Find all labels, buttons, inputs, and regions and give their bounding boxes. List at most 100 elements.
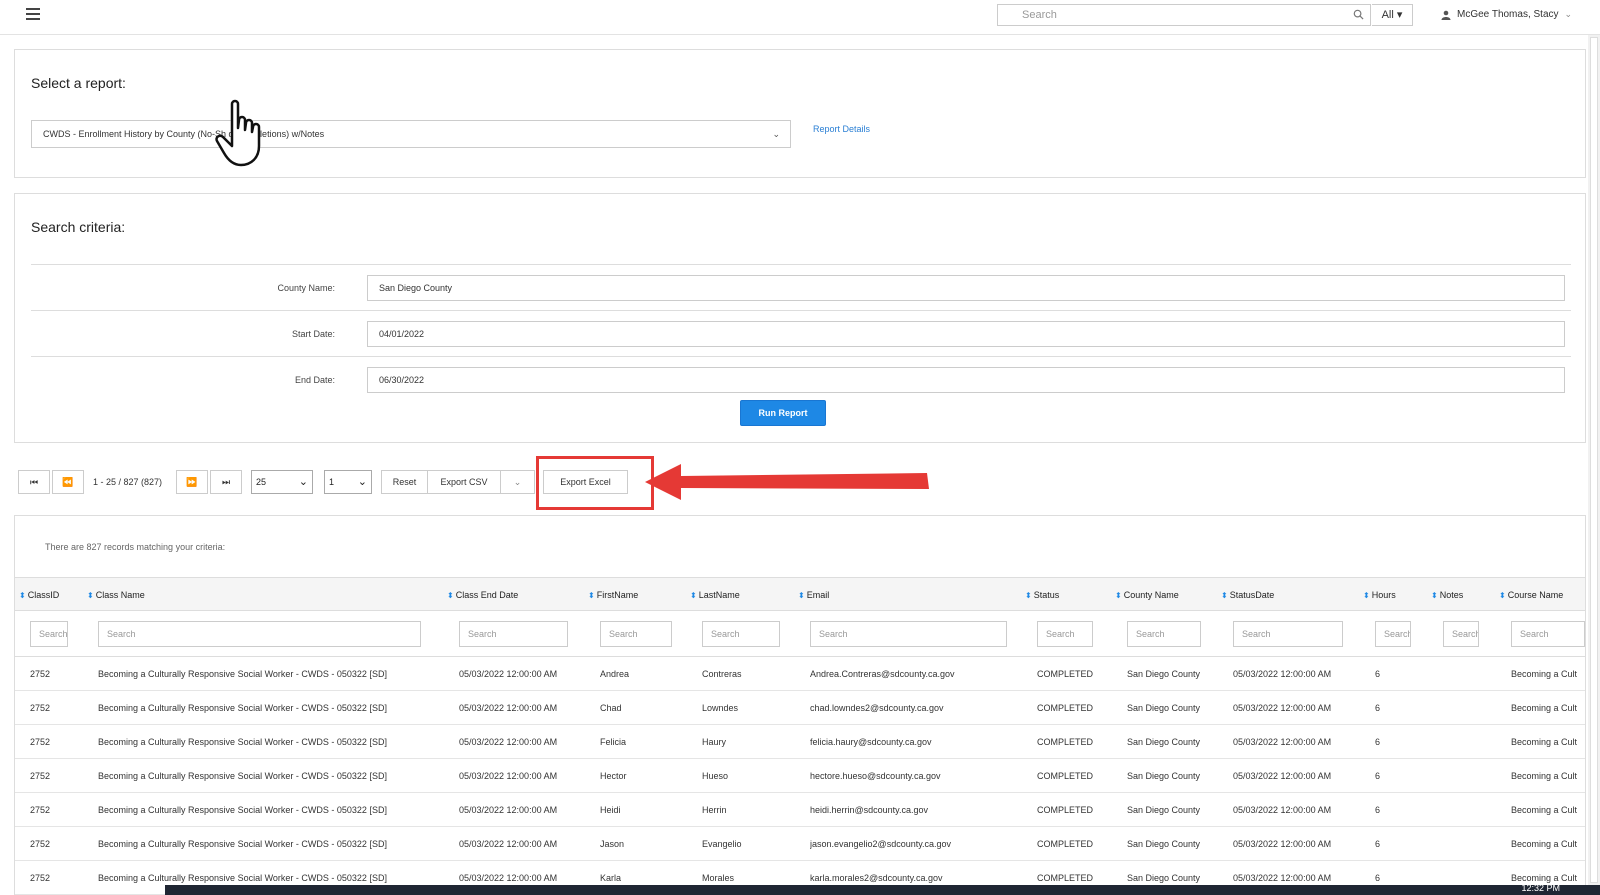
table-row[interactable]: 2752 Becoming a Culturally Responsive So…	[15, 725, 1585, 759]
annotation-highlight-box	[536, 456, 654, 510]
table-row[interactable]: 2752 Becoming a Culturally Responsive So…	[15, 657, 1585, 691]
skip-first-icon: ⏮	[29, 477, 39, 487]
chevron-down-icon: ⌄	[772, 129, 780, 139]
chevron-down-icon: ⌄	[357, 476, 367, 488]
column-header-class-end-date[interactable]: ⬍ Class End Date	[447, 590, 518, 600]
chevron-down-icon: ⌄	[1564, 9, 1573, 19]
top-bar: Search All ▾ McGee Thomas, Stacy ⌄	[0, 0, 1600, 35]
filter-input-statusdate[interactable]: Search	[1233, 621, 1343, 647]
start-date-label: Start Date:	[291, 329, 335, 339]
sort-icon: ⬍	[1115, 591, 1122, 600]
column-header-course-name[interactable]: ⬍ Course Name	[1499, 590, 1563, 600]
global-search-input[interactable]: Search	[997, 4, 1371, 26]
os-taskbar: 12:32 PM	[165, 883, 1600, 895]
cell-email: heidi.herrin@sdcounty.ca.gov	[810, 805, 929, 815]
cell-lastname: Morales	[702, 873, 735, 883]
sort-icon: ⬍	[1363, 591, 1370, 600]
cell-county-name: San Diego County	[1127, 669, 1201, 679]
cell-course-name: Becoming a Cult	[1511, 703, 1578, 713]
cell-firstname: Felicia	[600, 737, 627, 747]
column-header-email[interactable]: ⬍ Email	[798, 590, 829, 600]
cell-email: chad.lowndes2@sdcounty.ca.gov	[810, 703, 944, 713]
column-header-hours[interactable]: ⬍ Hours	[1363, 590, 1396, 600]
filter-input-county-name[interactable]: Search	[1127, 621, 1201, 647]
filter-input-course-name[interactable]: Search	[1511, 621, 1585, 647]
export-options-dropdown[interactable]: ⌄	[501, 470, 535, 494]
table-row[interactable]: 2752 Becoming a Culturally Responsive So…	[15, 793, 1585, 827]
county-name-input[interactable]: San Diego County	[367, 275, 1565, 301]
annotation-arrow-icon	[645, 464, 929, 500]
cell-email: hectore.hueso@sdcounty.ca.gov	[810, 771, 941, 781]
cell-hours: 6	[1375, 669, 1381, 679]
user-menu[interactable]: McGee Thomas, Stacy ⌄	[1441, 9, 1572, 20]
column-header-statusdate[interactable]: ⬍ StatusDate	[1221, 590, 1274, 600]
export-csv-button[interactable]: Export CSV	[428, 470, 501, 494]
cell-class-end-date: 05/03/2022 12:00:00 AM	[459, 737, 558, 747]
cell-class-end-date: 05/03/2022 12:00:00 AM	[459, 771, 558, 781]
filter-input-hours[interactable]: Search	[1375, 621, 1411, 647]
cell-class-end-date: 05/03/2022 12:00:00 AM	[459, 669, 558, 679]
cell-class-name: Becoming a Culturally Responsive Social …	[98, 805, 387, 815]
column-header-county-name[interactable]: ⬍ County Name	[1115, 590, 1179, 600]
end-date-input[interactable]: 06/30/2022	[367, 367, 1565, 393]
column-header-status[interactable]: ⬍ Status	[1025, 590, 1059, 600]
next-page-button[interactable]: ⏩	[176, 470, 208, 494]
cell-firstname: Jason	[600, 839, 625, 849]
cell-hours: 6	[1375, 771, 1381, 781]
cell-lastname: Hueso	[702, 771, 729, 781]
pager-range: 1 - 25 / 827 (827)	[93, 477, 163, 487]
cell-classid: 2752	[30, 873, 51, 883]
cell-lastname: Contreras	[702, 669, 742, 679]
filter-input-class-end-date[interactable]: Search	[459, 621, 568, 647]
cell-firstname: Karla	[600, 873, 622, 883]
column-header-lastname[interactable]: ⬍ LastName	[690, 590, 740, 600]
sort-icon: ⬍	[87, 591, 94, 600]
scrollbar-thumb[interactable]	[1590, 37, 1598, 883]
cell-status: COMPLETED	[1037, 703, 1094, 713]
page-size-select[interactable]: 25 ⌄	[251, 470, 313, 494]
filter-input-class-name[interactable]: Search	[98, 621, 421, 647]
page-number-select[interactable]: 1 ⌄	[324, 470, 372, 494]
filter-input-status[interactable]: Search	[1037, 621, 1093, 647]
cell-classid: 2752	[30, 805, 51, 815]
last-page-button[interactable]: ⏭	[210, 470, 242, 494]
run-report-button[interactable]: Run Report	[740, 400, 826, 426]
filter-input-notes[interactable]: Search	[1443, 621, 1479, 647]
table-row[interactable]: 2752 Becoming a Culturally Responsive So…	[15, 827, 1585, 861]
cell-statusdate: 05/03/2022 12:00:00 AM	[1233, 737, 1332, 747]
search-scope-label: All	[1381, 9, 1394, 21]
sort-icon: ⬍	[19, 591, 26, 600]
column-header-notes[interactable]: ⬍ Notes	[1431, 590, 1463, 600]
cell-class-name: Becoming a Culturally Responsive Social …	[98, 873, 387, 883]
hand-cursor-icon	[215, 99, 261, 167]
chevron-down-icon: ⌄	[298, 476, 308, 488]
end-date-label: End Date:	[294, 375, 335, 385]
cell-course-name: Becoming a Cult	[1511, 737, 1578, 747]
fast-forward-icon: ⏩	[186, 477, 198, 487]
filter-input-lastname[interactable]: Search	[702, 621, 780, 647]
column-header-classid[interactable]: ⬍ ClassID	[19, 590, 59, 600]
cell-class-name: Becoming a Culturally Responsive Social …	[98, 737, 387, 747]
filter-input-classid[interactable]: Search	[30, 621, 68, 647]
cell-county-name: San Diego County	[1127, 703, 1201, 713]
reset-button[interactable]: Reset	[381, 470, 428, 494]
search-scope-dropdown[interactable]: All ▾	[1372, 4, 1413, 26]
prev-page-button[interactable]: ⏪	[52, 470, 84, 494]
filter-input-email[interactable]: Search	[810, 621, 1007, 647]
start-date-input[interactable]: 04/01/2022	[367, 321, 1565, 347]
criteria-row-end: End Date: 06/30/2022	[31, 356, 1571, 402]
table-row[interactable]: 2752 Becoming a Culturally Responsive So…	[15, 759, 1585, 793]
search-icon[interactable]	[1353, 9, 1364, 20]
report-details-link[interactable]: Report Details	[813, 124, 870, 134]
first-page-button[interactable]: ⏮	[18, 470, 50, 494]
table-row[interactable]: 2752 Becoming a Culturally Responsive So…	[15, 691, 1585, 725]
cell-status: COMPLETED	[1037, 805, 1094, 815]
column-header-firstname[interactable]: ⬍ FirstName	[588, 590, 638, 600]
filter-input-firstname[interactable]: Search	[600, 621, 672, 647]
report-select[interactable]: CWDS - Enrollment History by County (No-…	[31, 120, 791, 148]
user-name: McGee Thomas, Stacy	[1457, 9, 1559, 20]
column-header-class-name[interactable]: ⬍ Class Name	[87, 590, 145, 600]
cell-statusdate: 05/03/2022 12:00:00 AM	[1233, 839, 1332, 849]
page-scrollbar[interactable]	[1588, 35, 1600, 885]
menu-icon[interactable]	[26, 8, 40, 20]
